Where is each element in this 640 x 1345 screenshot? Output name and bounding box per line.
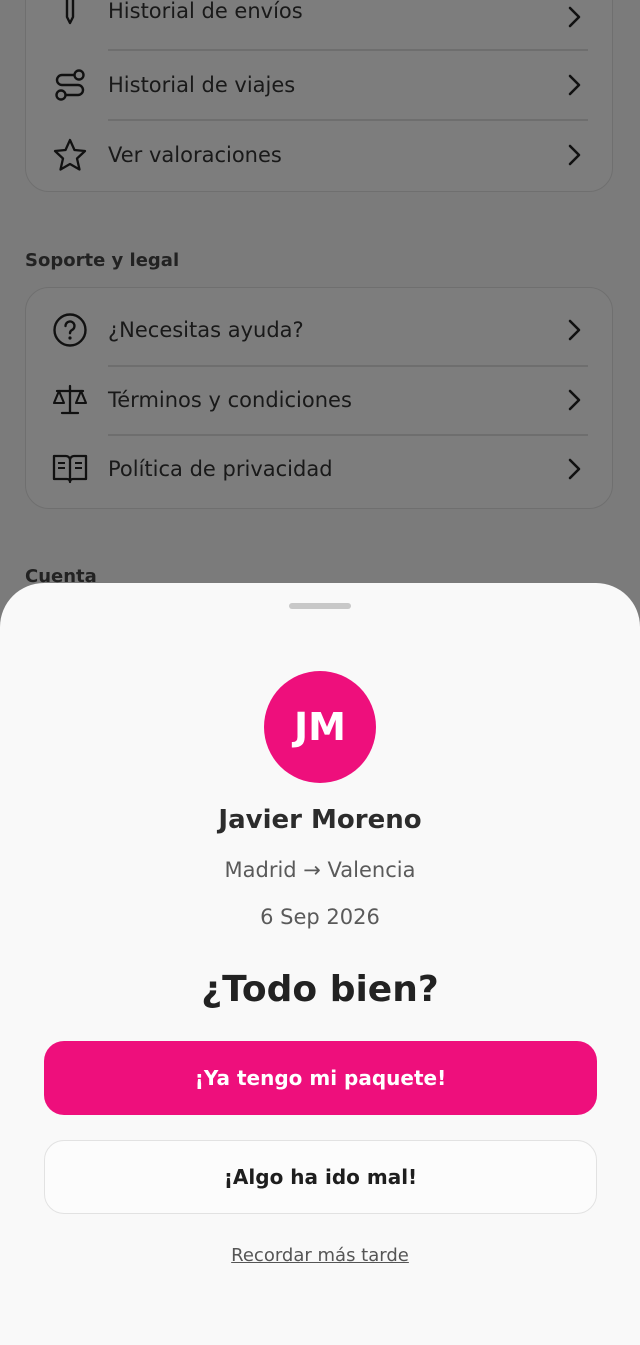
trip-route: Madrid → Valencia (224, 858, 416, 882)
package-received-button[interactable]: ¡Ya tengo mi paquete! (44, 1041, 597, 1115)
sheet-question: ¿Todo bien? (201, 969, 439, 1010)
trip-date: 6 Sep 2026 (260, 905, 380, 929)
remind-later-link[interactable]: Recordar más tarde (0, 1245, 640, 1266)
avatar: JM (264, 671, 376, 783)
report-problem-button[interactable]: ¡Algo ha ido mal! (44, 1140, 597, 1214)
sheet-drag-handle[interactable] (289, 603, 351, 609)
bottom-sheet: JM Javier Moreno Madrid → Valencia 6 Sep… (0, 583, 640, 1345)
traveler-name: Javier Moreno (218, 805, 422, 835)
